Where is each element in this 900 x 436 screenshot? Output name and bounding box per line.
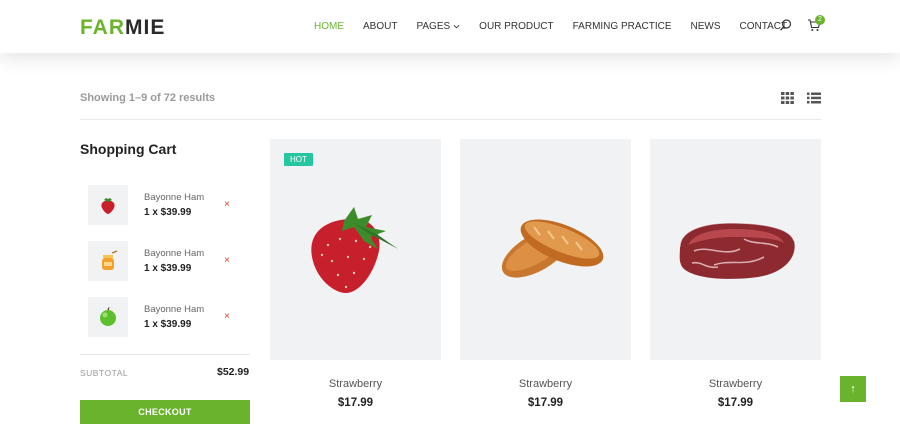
green-apple-icon [100, 307, 116, 326]
shopping-cart-title: Shopping Cart [80, 141, 177, 157]
honey-jar-icon [102, 250, 118, 270]
nav-label: ABOUT [363, 21, 398, 32]
cart-item-thumbnail[interactable] [88, 297, 128, 337]
cart-item-qty-price: 1 x $39.99 [144, 207, 192, 218]
product-card: Strawberry $17.99 [650, 139, 821, 409]
cart-item-name[interactable]: Bayonne Ham [144, 304, 204, 315]
cart-item: Bayonne Ham 1 x $39.99 × [88, 185, 248, 225]
product-card: HOT Strawberry $17.99 [270, 139, 441, 409]
logo-part-far: FAR [80, 16, 125, 39]
bread-image [501, 219, 604, 278]
product-name[interactable]: Strawberry [270, 378, 441, 390]
product-name[interactable]: Strawberry [460, 378, 631, 390]
site-header: FARMIE HOME ABOUT PAGES OUR PRODUCT FARM… [0, 0, 900, 53]
cart-item: Bayonne Ham 1 x $39.99 × [88, 297, 248, 337]
logo-part-mie: MIE [125, 16, 166, 39]
nav-label: FARMING PRACTICE [572, 21, 672, 32]
scroll-to-top-button[interactable]: ↑ [840, 376, 866, 402]
product-price: $17.99 [527, 397, 564, 409]
remove-item-button[interactable]: × [224, 199, 230, 210]
grid-view-icon[interactable] [781, 92, 794, 104]
nav-item-pages[interactable]: PAGES [416, 21, 460, 32]
nav-label: HOME [314, 21, 344, 32]
cart-item-thumbnail[interactable] [88, 241, 128, 281]
nav-label: NEWS [690, 21, 721, 32]
product-name[interactable]: Strawberry [650, 378, 821, 390]
strawberry-icon [101, 198, 115, 214]
brand-logo[interactable]: FARMIE [80, 16, 165, 40]
results-count: Showing 1–9 of 72 results [80, 92, 216, 104]
product-image[interactable]: HOT [270, 139, 441, 360]
subtotal-label: SUBTOTAL [80, 368, 129, 378]
main-nav: HOME ABOUT PAGES OUR PRODUCT FARMING PRA… [314, 21, 806, 32]
product-card: Strawberry $17.99 [460, 139, 631, 409]
checkout-button[interactable]: CHECKOUT [80, 400, 250, 424]
cart-item-qty-price: 1 x $39.99 [144, 263, 192, 274]
strawberry-image [311, 207, 398, 293]
cart-item: Bayonne Ham 1 x $39.99 × [88, 241, 248, 281]
remove-item-button[interactable]: × [224, 311, 230, 322]
product-price: $17.99 [717, 397, 754, 409]
nav-item-about[interactable]: ABOUT [363, 21, 397, 32]
toolbar-divider [80, 119, 821, 120]
remove-item-button[interactable]: × [224, 255, 230, 266]
cart-item-thumbnail[interactable] [88, 185, 128, 225]
product-image[interactable] [650, 139, 821, 360]
nav-label: OUR PRODUCT [479, 21, 554, 32]
cart-item-name[interactable]: Bayonne Ham [144, 248, 204, 259]
cart-divider [80, 354, 250, 355]
list-view-icon[interactable] [807, 92, 821, 104]
hot-badge: HOT [284, 153, 313, 166]
nav-item-news[interactable]: NEWS [691, 21, 721, 32]
cart-item-qty-price: 1 x $39.99 [144, 319, 192, 330]
subtotal-value: $52.99 [217, 366, 250, 378]
search-icon[interactable] [779, 18, 793, 32]
cart-item-name[interactable]: Bayonne Ham [144, 192, 204, 203]
raw-meat-image [679, 222, 795, 279]
product-price: $17.99 [337, 397, 374, 409]
chevron-down-icon [453, 24, 460, 29]
nav-item-our-product[interactable]: OUR PRODUCT [479, 21, 553, 32]
product-image[interactable] [460, 139, 631, 360]
nav-item-home[interactable]: HOME [314, 21, 344, 32]
nav-label: PAGES [416, 21, 451, 32]
cart-count-badge: 2 [815, 15, 825, 25]
nav-item-farming-practice[interactable]: FARMING PRACTICE [573, 21, 672, 32]
